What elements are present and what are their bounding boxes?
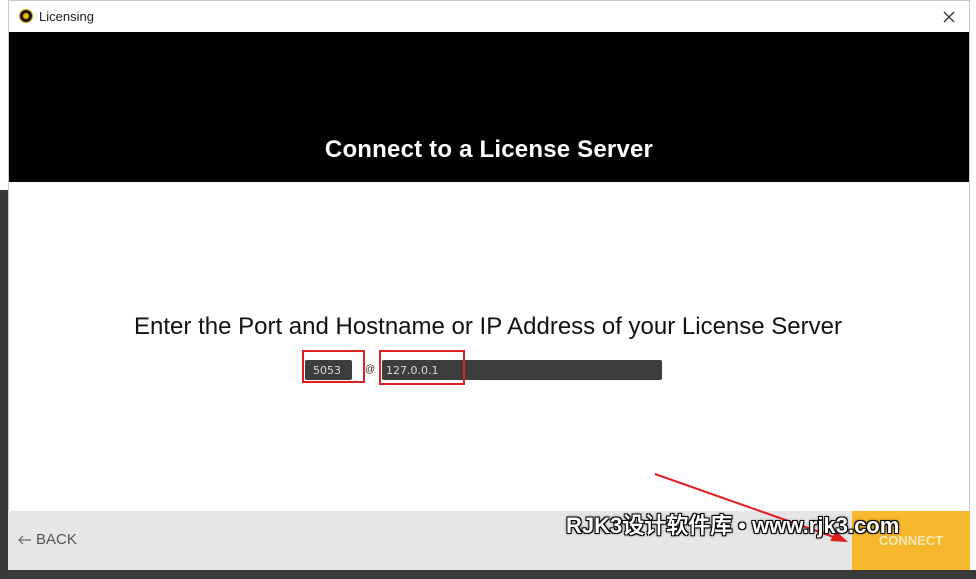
background-strip-bottom <box>0 570 976 579</box>
page-title: Connect to a License Server <box>324 136 654 163</box>
port-highlight-box <box>302 350 365 383</box>
title-bar: Licensing <box>9 1 969 32</box>
background-strip <box>0 190 8 579</box>
back-button[interactable]: BACK <box>18 531 77 548</box>
back-label: BACK <box>36 531 77 548</box>
close-icon <box>943 11 955 22</box>
window-title: Licensing <box>39 9 94 24</box>
arrow-left-icon <box>18 535 31 544</box>
licensing-window: Licensing Connect to a License Server <box>8 0 970 570</box>
hostname-highlight-box <box>379 350 465 385</box>
hero-banner: Connect to a License Server <box>9 32 969 182</box>
watermark-caption: RJK3设计软件库 • www.rjk3.com <box>566 513 900 538</box>
at-separator: @ <box>365 364 376 375</box>
instruction-text: Enter the Port and Hostname or IP Addres… <box>134 313 842 340</box>
app-logo-icon <box>19 9 33 23</box>
close-button[interactable] <box>929 1 969 32</box>
